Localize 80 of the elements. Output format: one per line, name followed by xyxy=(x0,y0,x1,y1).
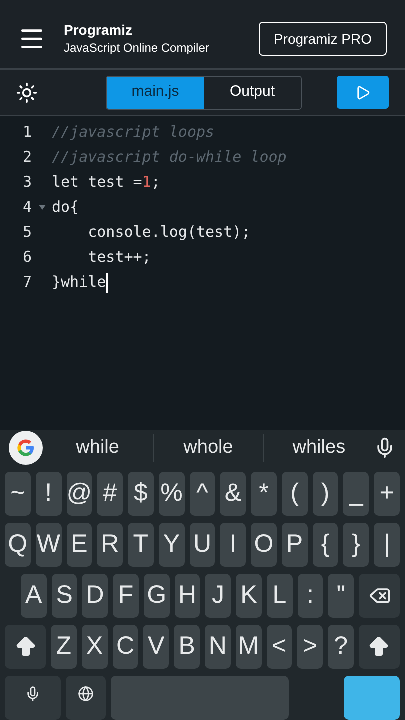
keyboard-key[interactable]: R xyxy=(97,523,124,567)
play-icon xyxy=(355,84,371,100)
line-number: 7 xyxy=(22,272,32,294)
google-icon[interactable] xyxy=(9,431,43,465)
keyboard-key[interactable]: Q xyxy=(5,523,31,567)
code-line: //javascript do-while loop xyxy=(52,147,287,168)
keyboard-key[interactable]: @ xyxy=(66,472,92,516)
keyboard-key[interactable]: < xyxy=(266,625,292,669)
keyboard-key[interactable]: J xyxy=(205,574,232,618)
keyboard-key[interactable]: " xyxy=(328,574,354,618)
suggestion-chip[interactable]: whole xyxy=(154,434,264,462)
keyboard-key[interactable]: H xyxy=(174,574,200,618)
compiler-subtitle: JavaScript Online Compiler xyxy=(64,40,210,57)
keyboard-key[interactable]: } xyxy=(343,523,370,567)
mic-icon xyxy=(25,686,41,702)
keyboard-key[interactable]: U xyxy=(190,523,216,567)
code-line: console.log(test); xyxy=(87,222,251,244)
keyboard-key[interactable]: Z xyxy=(51,625,77,669)
brand-logo: Programiz xyxy=(64,21,134,39)
line-number: 1 xyxy=(22,122,32,144)
shift-key[interactable] xyxy=(5,625,46,669)
keyboard-key[interactable]: > xyxy=(297,625,324,669)
code-line: test++; xyxy=(87,247,152,268)
keyboard-key[interactable]: + xyxy=(374,472,400,516)
keyboard-key[interactable]: P xyxy=(282,523,308,567)
keyboard-key[interactable]: _ xyxy=(343,472,370,516)
suggestion-chip[interactable]: whiles xyxy=(264,434,374,462)
keyboard-key[interactable]: % xyxy=(158,472,185,516)
keyboard-key[interactable]: ~ xyxy=(5,472,31,516)
keyboard-key[interactable]: O xyxy=(251,523,277,567)
voice-key[interactable] xyxy=(5,676,61,720)
code-line: //javascript loops xyxy=(52,122,215,144)
keyboard-key[interactable]: K xyxy=(236,574,262,618)
keyboard-key[interactable]: # xyxy=(97,472,124,516)
keyboard-key[interactable]: V xyxy=(143,625,170,669)
keyboard-key[interactable]: S xyxy=(52,574,78,618)
keyboard-key[interactable]: * xyxy=(251,472,277,516)
keyboard-key[interactable]: ! xyxy=(36,472,62,516)
keyboard-key[interactable]: B xyxy=(174,625,200,669)
keyboard-key[interactable]: L xyxy=(266,574,293,618)
keyboard-key[interactable]: ^ xyxy=(190,472,216,516)
keyboard-key[interactable]: W xyxy=(36,523,62,567)
keyboard-key[interactable]: F xyxy=(113,574,139,618)
keyboard-key[interactable]: D xyxy=(82,574,108,618)
keyboard-key[interactable]: & xyxy=(220,472,246,516)
line-number: 5 xyxy=(22,222,32,244)
editor-tab[interactable]: main.js xyxy=(107,76,204,108)
keyboard-key[interactable]: { xyxy=(312,523,338,567)
keyboard-key[interactable]: ? xyxy=(328,625,354,669)
globe-icon xyxy=(78,686,94,702)
keyboard-key[interactable]: A xyxy=(21,574,47,618)
keyboard-key[interactable]: G xyxy=(144,574,170,618)
pro-button[interactable]: Programiz PRO xyxy=(258,22,387,56)
line-number: 4 xyxy=(22,197,32,218)
keyboard-key[interactable]: | xyxy=(374,523,400,567)
code-line: let test =1; xyxy=(52,172,160,194)
language-key[interactable] xyxy=(66,676,106,720)
code-line: }while xyxy=(52,272,106,294)
keyboard-key[interactable]: C xyxy=(112,625,138,669)
keyboard-key[interactable]: $ xyxy=(128,472,154,516)
keyboard-key[interactable]: N xyxy=(204,625,231,669)
theme-icon[interactable] xyxy=(16,82,38,104)
keyboard-key[interactable]: T xyxy=(128,523,154,567)
keyboard-key[interactable]: ) xyxy=(312,472,338,516)
keyboard-key[interactable]: I xyxy=(220,523,246,567)
code-line: do{ xyxy=(52,197,80,218)
keyboard-key[interactable]: : xyxy=(298,574,324,618)
suggestion-chip[interactable]: while xyxy=(43,434,153,462)
line-number: 6 xyxy=(22,247,32,268)
keyboard-key[interactable]: Y xyxy=(158,523,185,567)
keyboard-key[interactable]: ( xyxy=(282,472,308,516)
shift-key[interactable] xyxy=(358,625,400,669)
line-number: 3 xyxy=(22,172,32,194)
run-button[interactable] xyxy=(337,76,389,109)
backspace-key[interactable] xyxy=(359,574,400,618)
keyboard-key[interactable]: X xyxy=(82,625,108,669)
line-number: 2 xyxy=(22,147,32,168)
keyboard-key[interactable]: M xyxy=(236,625,262,669)
fold-caret-icon[interactable] xyxy=(38,205,46,210)
keyboard-key[interactable]: E xyxy=(66,523,92,567)
